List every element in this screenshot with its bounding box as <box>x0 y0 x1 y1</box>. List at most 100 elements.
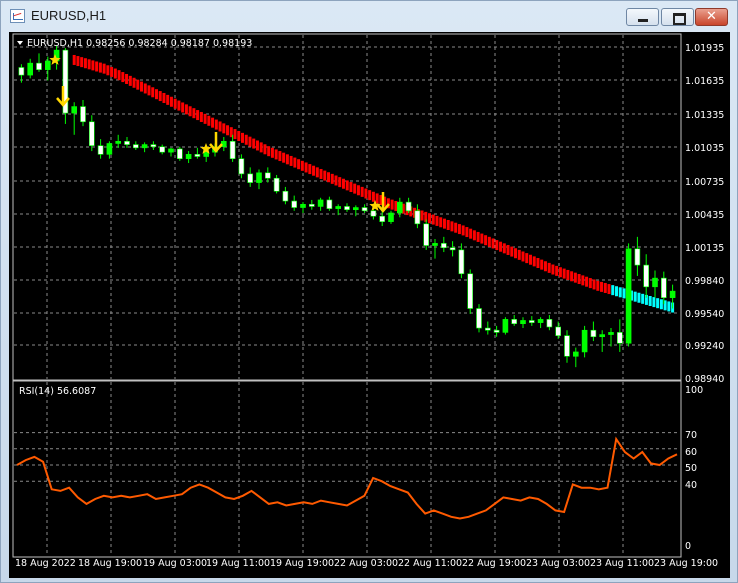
candle-body <box>124 141 130 145</box>
rsi-axis: 100 70 60 50 40 0 <box>685 385 703 552</box>
close-button[interactable]: ✕ <box>695 8 728 26</box>
ma-segment <box>667 301 671 312</box>
ma-segment <box>196 110 200 121</box>
ma-segment <box>143 83 147 94</box>
ma-segment <box>551 264 555 275</box>
ma-segment <box>570 271 574 282</box>
candle-body <box>458 249 465 275</box>
time-label: 19 Aug 03:00 <box>143 558 207 569</box>
ma-segment <box>121 72 125 83</box>
ma-segment <box>600 281 604 292</box>
time-label: 22 Aug 19:00 <box>462 558 526 569</box>
maximize-button[interactable] <box>661 8 694 26</box>
ma-segment <box>536 258 540 268</box>
time-label: 18 Aug 2022 <box>15 558 76 569</box>
candle-body <box>229 141 236 159</box>
maximize-icon <box>662 9 693 25</box>
candles <box>18 45 676 368</box>
candle-body <box>616 332 623 344</box>
candle-body <box>396 201 403 214</box>
ma-segment <box>428 213 431 224</box>
candle-body <box>440 243 447 249</box>
main-panel-header: EURUSD,H1 0.98256 0.98284 0.98187 0.9819… <box>27 38 252 49</box>
ma-segment <box>214 119 218 130</box>
candle-body <box>256 172 262 183</box>
chart-svg[interactable]: EURUSD,H1 0.98256 0.98284 0.98187 0.9819… <box>9 32 730 578</box>
ma-segment <box>267 146 271 157</box>
candle-body <box>572 351 579 357</box>
ma-segment <box>431 214 435 225</box>
title-bar[interactable]: EURUSD,H1 ✕ <box>1 1 737 31</box>
ma-segment <box>442 218 446 229</box>
ma-segment <box>293 157 297 168</box>
rsi-level-label: 60 <box>685 447 697 458</box>
ma-segment <box>487 236 491 247</box>
chart-area[interactable]: EURUSD,H1 0.98256 0.98284 0.98187 0.9819… <box>9 32 730 578</box>
candle-body <box>546 319 553 328</box>
ma-segment <box>420 210 424 221</box>
candle-body <box>537 319 544 323</box>
candle-body <box>414 210 421 225</box>
ma-segment <box>312 165 316 176</box>
ma-segment <box>588 278 592 289</box>
ma-segment <box>510 246 514 257</box>
ma-segment <box>581 275 585 286</box>
ma-segment <box>83 58 87 69</box>
ma-segment <box>270 147 274 158</box>
ma-segment <box>218 121 222 132</box>
ma-segment <box>211 117 215 128</box>
ma-segment <box>162 92 166 103</box>
ma-segment <box>255 140 259 151</box>
ma-segment <box>241 132 244 143</box>
ma-segment <box>607 284 611 295</box>
candle-body <box>484 327 491 331</box>
ma-segment <box>353 183 357 194</box>
minimize-icon <box>627 9 658 25</box>
candle-body <box>643 264 650 288</box>
candle-body <box>80 106 86 123</box>
ma-segment <box>140 81 144 92</box>
candle-body <box>273 177 280 192</box>
ma-segment <box>173 98 177 109</box>
ma-segment <box>98 62 102 73</box>
ma-segment <box>323 170 327 181</box>
candle-body <box>511 319 518 325</box>
ma-segment <box>375 193 379 204</box>
ma-segment <box>248 136 252 147</box>
ma-segment <box>573 272 577 283</box>
ma-segment <box>334 175 338 186</box>
candle-body <box>352 207 359 211</box>
ma-segment <box>648 296 652 306</box>
candle-body <box>388 212 394 222</box>
chart-window-icon <box>10 9 25 23</box>
minimize-button[interactable] <box>626 8 659 26</box>
ma-segment <box>562 268 566 279</box>
candle-body <box>449 247 456 251</box>
ma-segment <box>113 68 117 79</box>
ma-segment <box>319 168 323 179</box>
candle-body <box>282 190 289 202</box>
candle-body <box>423 223 430 246</box>
ma-segment <box>585 276 589 287</box>
candle-body <box>89 121 95 146</box>
candle-body <box>502 319 509 333</box>
ma-segment <box>566 269 570 280</box>
collapse-triangle-icon[interactable] <box>17 41 23 45</box>
ma-segment <box>278 151 282 162</box>
ma-segment <box>454 222 458 233</box>
ma-segment <box>87 59 91 70</box>
ma-segment <box>158 91 162 102</box>
ma-segment <box>450 221 454 232</box>
candle-body <box>150 144 157 148</box>
ma-segment <box>469 228 473 239</box>
signal-arrow-down-icon <box>209 132 223 153</box>
ma-segment <box>540 259 544 270</box>
candle-body <box>18 67 25 76</box>
ma-segment <box>166 94 170 105</box>
ma-segment <box>184 104 188 115</box>
rsi-line-path <box>16 436 678 520</box>
candle-body <box>493 329 500 333</box>
ma-segment <box>495 240 499 251</box>
candle-body <box>317 199 324 207</box>
ma-segment <box>263 144 267 155</box>
